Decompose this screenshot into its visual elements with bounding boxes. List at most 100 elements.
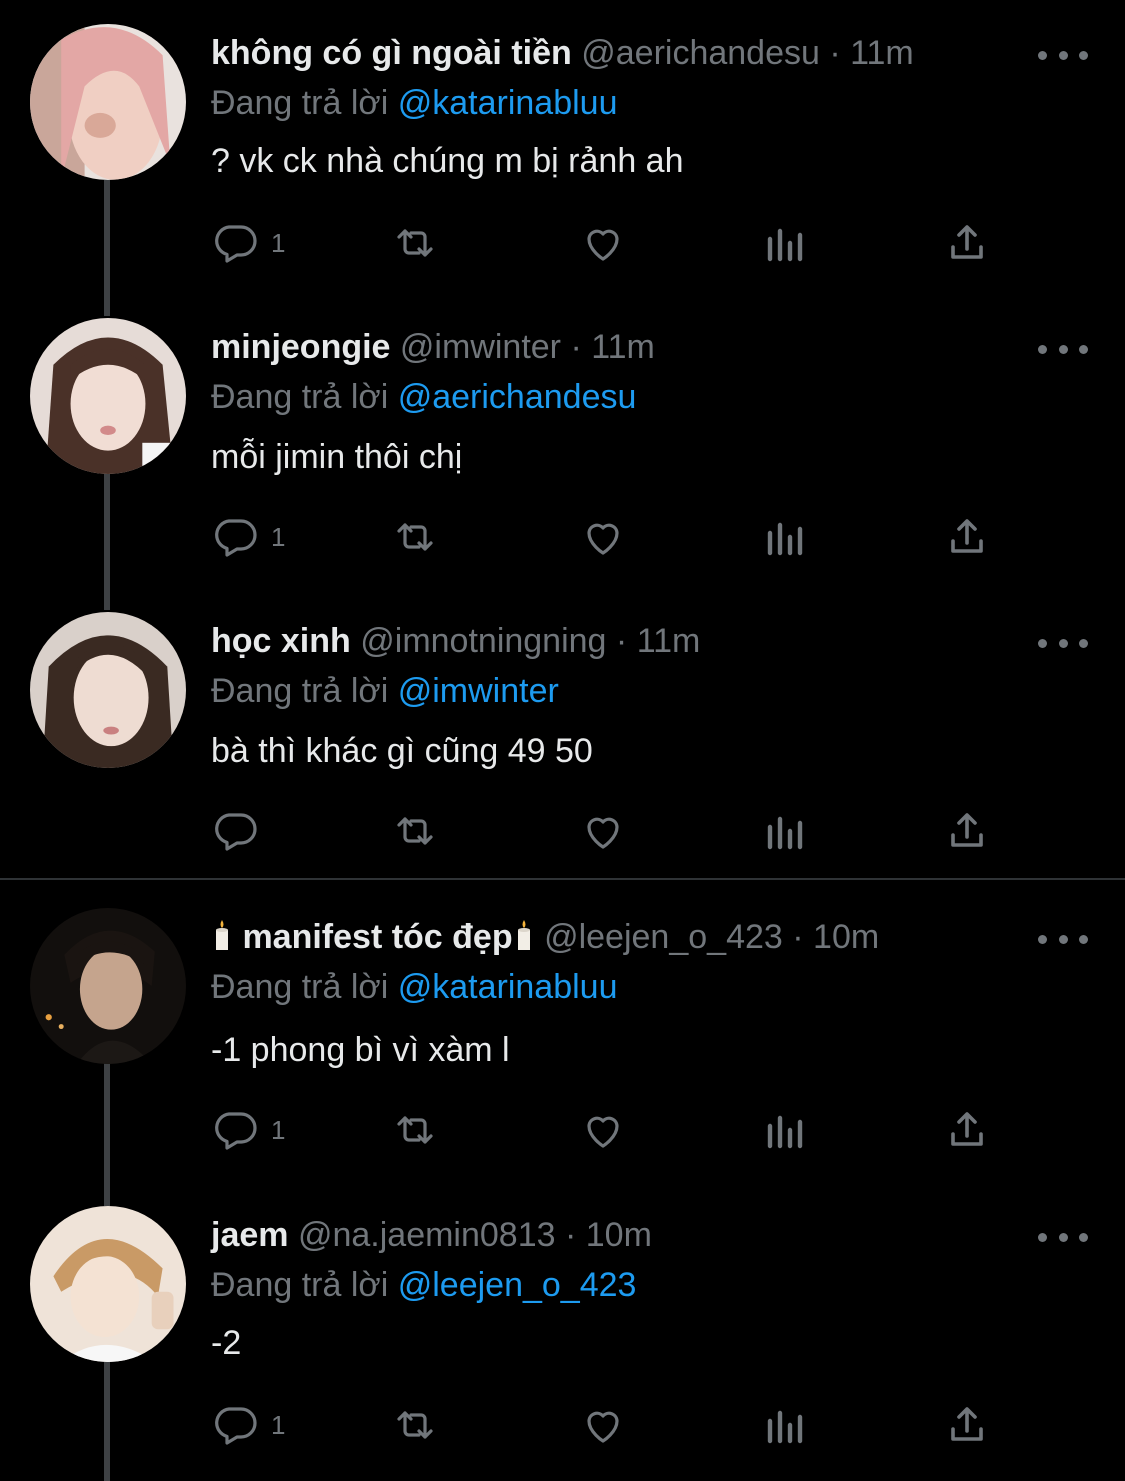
- share-button[interactable]: [943, 218, 991, 268]
- views-button[interactable]: [762, 806, 810, 856]
- handle[interactable]: @aerichandesu: [581, 34, 820, 72]
- timestamp[interactable]: 11m: [637, 622, 701, 660]
- display-name[interactable]: minjeongie: [211, 328, 390, 366]
- timestamp[interactable]: 10m: [586, 1216, 652, 1254]
- more-icon[interactable]: [1038, 1222, 1088, 1252]
- views-icon: [767, 816, 803, 850]
- reply-button[interactable]: 1: [211, 1400, 285, 1450]
- avatar-image: [30, 908, 186, 1064]
- reply-button[interactable]: 1: [211, 1105, 285, 1155]
- replying-prefix: Đang trả lời: [211, 968, 389, 1006]
- handle[interactable]: @leejen_o_423: [544, 918, 783, 956]
- share-button[interactable]: [943, 806, 991, 856]
- avatar[interactable]: [30, 1206, 186, 1362]
- mention-link[interactable]: @imwinter: [398, 672, 559, 710]
- avatar-image: [30, 318, 186, 474]
- views-icon: [767, 228, 803, 262]
- avatar[interactable]: [30, 24, 186, 180]
- replying-to: Đang trả lời @aerichandesu: [211, 372, 636, 422]
- share-icon: [951, 813, 983, 847]
- timestamp[interactable]: 11m: [850, 34, 914, 72]
- like-button[interactable]: [579, 1105, 627, 1155]
- share-button[interactable]: [943, 1105, 991, 1155]
- tweet-header: manifest tóc đẹp @leejen_o_423 · 10m: [211, 912, 879, 962]
- views-button[interactable]: [762, 1105, 810, 1155]
- replying-to: Đang trả lời @imwinter: [211, 666, 559, 716]
- reply-count: 1: [271, 1114, 286, 1145]
- separator-dot: ·: [570, 328, 582, 366]
- like-icon: [587, 1116, 619, 1148]
- reply-icon: [215, 519, 257, 557]
- share-icon: [951, 1407, 983, 1441]
- candle-emoji: [517, 920, 530, 950]
- reply-button[interactable]: [211, 806, 271, 856]
- share-button[interactable]: [943, 512, 991, 562]
- separator-dot: ·: [792, 918, 804, 956]
- tweet-text: bà thì khác gì cũng 49 50: [211, 732, 593, 770]
- views-icon: [767, 1115, 803, 1149]
- more-icon[interactable]: [1038, 334, 1088, 364]
- reply-icon: [215, 225, 257, 263]
- mention-link[interactable]: @katarinabluu: [398, 84, 618, 122]
- avatar[interactable]: [30, 908, 186, 1064]
- views-button[interactable]: [762, 218, 810, 268]
- more-icon[interactable]: [1038, 40, 1088, 70]
- share-icon: [951, 225, 983, 259]
- retweet-button[interactable]: [391, 1105, 439, 1155]
- like-icon: [587, 523, 619, 555]
- avatar[interactable]: [30, 612, 186, 768]
- mention-link[interactable]: @katarinabluu: [398, 968, 618, 1006]
- views-button[interactable]: [762, 1400, 810, 1450]
- retweet-button[interactable]: [391, 218, 439, 268]
- retweet-button[interactable]: [391, 1400, 439, 1450]
- more-icon[interactable]: [1038, 924, 1088, 954]
- like-button[interactable]: [579, 512, 627, 562]
- retweet-button[interactable]: [391, 806, 439, 856]
- reply-button[interactable]: 1: [211, 512, 285, 562]
- like-button[interactable]: [579, 806, 627, 856]
- retweet-icon: [397, 1116, 433, 1144]
- replying-prefix: Đang trả lời: [211, 84, 389, 122]
- action-bar: 1: [211, 1105, 1011, 1155]
- share-button[interactable]: [943, 1400, 991, 1450]
- tweet-header: jaem @na.jaemin0813 · 10m: [211, 1210, 652, 1260]
- retweet-icon: [397, 523, 433, 551]
- timestamp[interactable]: 10m: [813, 918, 879, 956]
- display-name[interactable]: manifest tóc đẹp: [242, 918, 512, 956]
- action-bar: 1: [211, 512, 1011, 562]
- views-button[interactable]: [762, 512, 810, 562]
- tweet-header: minjeongie @imwinter · 11m: [211, 322, 655, 372]
- handle[interactable]: @imnotningning: [360, 622, 606, 660]
- thread-line: [104, 180, 110, 316]
- reply-count: 1: [271, 227, 286, 258]
- mention-link[interactable]: @leejen_o_423: [398, 1266, 637, 1304]
- tweet-text: -2: [211, 1324, 242, 1362]
- display-name[interactable]: học xinh: [211, 622, 351, 660]
- like-button[interactable]: [579, 218, 627, 268]
- thread-line: [104, 474, 110, 610]
- handle[interactable]: @na.jaemin0813: [298, 1216, 556, 1254]
- mention-link[interactable]: @aerichandesu: [398, 378, 637, 416]
- candle-emoji: [216, 920, 228, 950]
- more-icon[interactable]: [1038, 628, 1088, 658]
- views-icon: [767, 1410, 803, 1444]
- retweet-button[interactable]: [391, 512, 439, 562]
- display-name[interactable]: không có gì ngoài tiền: [211, 34, 572, 72]
- replying-to: Đang trả lời @leejen_o_423: [211, 1260, 636, 1310]
- like-button[interactable]: [579, 1400, 627, 1450]
- avatar[interactable]: [30, 318, 186, 474]
- replying-prefix: Đang trả lời: [211, 1266, 389, 1304]
- timestamp[interactable]: 11m: [591, 328, 655, 366]
- like-icon: [587, 1411, 619, 1443]
- action-bar: 1: [211, 218, 1011, 268]
- tweet-text: mỗi jimin thôi chị: [211, 438, 463, 476]
- views-icon: [767, 522, 803, 556]
- reply-button[interactable]: 1: [211, 218, 285, 268]
- reply-icon: [215, 813, 257, 851]
- like-icon: [587, 229, 619, 261]
- separator-dot: ·: [564, 1216, 577, 1254]
- retweet-icon: [397, 229, 433, 257]
- display-name[interactable]: jaem: [211, 1216, 289, 1254]
- replying-to: Đang trả lời @katarinabluu: [211, 962, 617, 1012]
- handle[interactable]: @imwinter: [400, 328, 561, 366]
